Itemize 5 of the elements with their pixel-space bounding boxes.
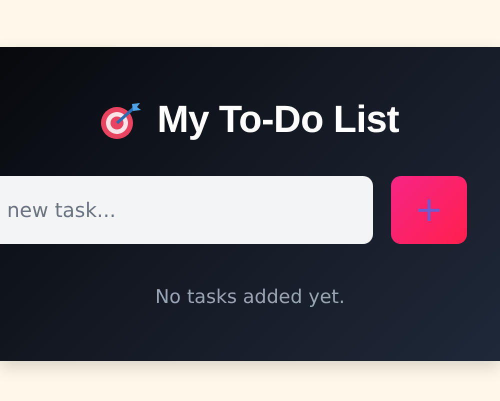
target-icon: [99, 102, 144, 140]
empty-message: No tasks added yet.: [155, 286, 345, 308]
add-button[interactable]: +: [391, 176, 467, 244]
app-title: My To-Do List: [157, 99, 399, 142]
task-input-field[interactable]: new task...: [0, 176, 373, 244]
